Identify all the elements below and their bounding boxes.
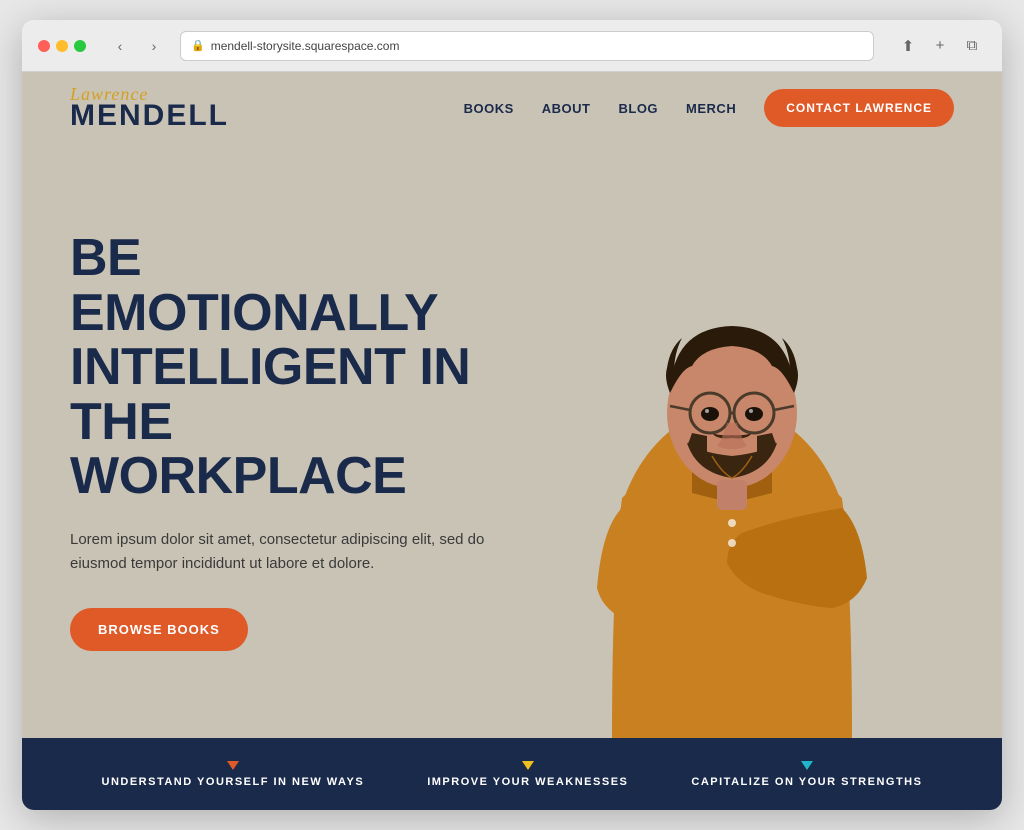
banner-text-1: UNDERSTAND YOURSELF IN NEW WAYS bbox=[102, 776, 365, 788]
browser-nav-buttons: ‹ › bbox=[106, 32, 168, 60]
nav-about[interactable]: ABOUT bbox=[542, 101, 591, 116]
banner-item-3: CAPITALIZE ON YOUR STRENGTHS bbox=[691, 761, 922, 788]
triangle-icon-2 bbox=[522, 761, 534, 770]
nav-blog[interactable]: BLOG bbox=[618, 101, 658, 116]
hero-person-image bbox=[522, 218, 942, 738]
banner-text-3: CAPITALIZE ON YOUR STRENGTHS bbox=[691, 776, 922, 788]
site-nav: BOOKS ABOUT BLOG MERCH CONTACT LAWRENCE bbox=[464, 89, 954, 127]
share-button[interactable]: ⬆ bbox=[894, 32, 922, 60]
website-content: Lawrence MENDELL BOOKS ABOUT BLOG MERCH … bbox=[22, 72, 1002, 810]
hero-subtext: Lorem ipsum dolor sit amet, consectetur … bbox=[70, 528, 490, 576]
triangle-icon-1 bbox=[227, 761, 239, 770]
banner-text-2: IMPROVE YOUR WEAKNESSES bbox=[427, 776, 628, 788]
fullscreen-button[interactable] bbox=[74, 40, 86, 52]
url-text: mendell-storysite.squarespace.com bbox=[211, 39, 400, 53]
lock-icon: 🔒 bbox=[191, 39, 205, 52]
triangle-icon-3 bbox=[801, 761, 813, 770]
browser-chrome: ‹ › 🔒 mendell-storysite.squarespace.com … bbox=[22, 20, 1002, 72]
banner-item-2: IMPROVE YOUR WEAKNESSES bbox=[427, 761, 628, 788]
tabs-button[interactable]: ⧉ bbox=[958, 32, 986, 60]
contact-button[interactable]: CONTACT LAWRENCE bbox=[764, 89, 954, 127]
traffic-lights bbox=[38, 40, 86, 52]
logo-area: Lawrence MENDELL bbox=[70, 85, 229, 131]
banner-item-1: UNDERSTAND YOURSELF IN NEW WAYS bbox=[102, 761, 365, 788]
browser-window: ‹ › 🔒 mendell-storysite.squarespace.com … bbox=[22, 20, 1002, 810]
close-button[interactable] bbox=[38, 40, 50, 52]
site-header: Lawrence MENDELL BOOKS ABOUT BLOG MERCH … bbox=[22, 72, 1002, 144]
hero-section: BE EMOTIONALLY INTELLIGENT IN THE WORKPL… bbox=[22, 144, 1002, 738]
new-tab-button[interactable]: + bbox=[926, 32, 954, 60]
back-button[interactable]: ‹ bbox=[106, 32, 134, 60]
nav-merch[interactable]: MERCH bbox=[686, 101, 736, 116]
browse-books-button[interactable]: BROWSE BOOKS bbox=[70, 608, 248, 651]
bottom-banner: UNDERSTAND YOURSELF IN NEW WAYS IMPROVE … bbox=[22, 738, 1002, 810]
minimize-button[interactable] bbox=[56, 40, 68, 52]
browser-actions: ⬆ + ⧉ bbox=[894, 32, 986, 60]
forward-button[interactable]: › bbox=[140, 32, 168, 60]
address-bar[interactable]: 🔒 mendell-storysite.squarespace.com bbox=[180, 31, 874, 61]
logo-bold: MENDELL bbox=[70, 101, 229, 131]
nav-books[interactable]: BOOKS bbox=[464, 101, 514, 116]
hero-content: BE EMOTIONALLY INTELLIGENT IN THE WORKPL… bbox=[22, 191, 542, 691]
hero-headline: BE EMOTIONALLY INTELLIGENT IN THE WORKPL… bbox=[70, 231, 494, 504]
